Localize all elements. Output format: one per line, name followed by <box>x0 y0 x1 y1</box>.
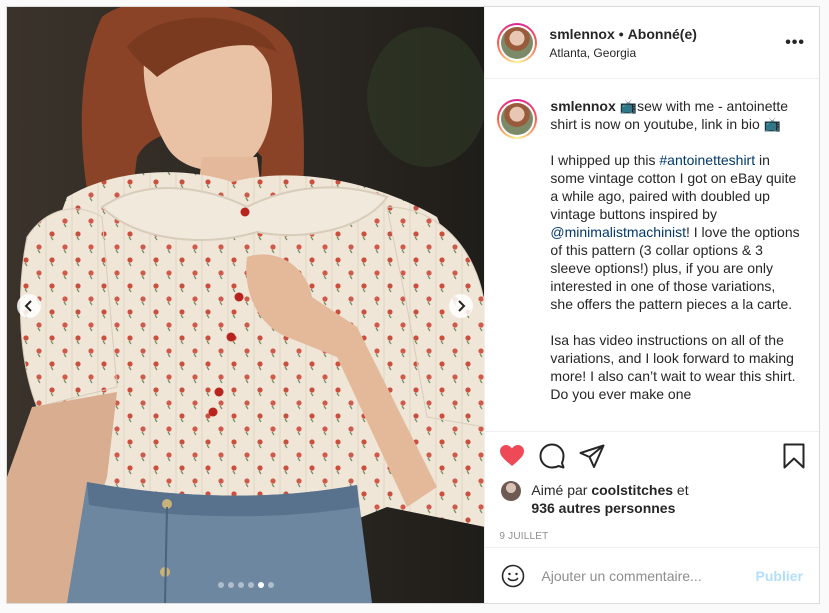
username-link[interactable]: smlennox <box>549 26 614 42</box>
post-photo[interactable] <box>7 7 485 603</box>
post-details: smlennox • Abonné(e) Atlanta, Georgia ••• … <box>484 7 819 603</box>
mention-link[interactable]: @minimalistmachinist <box>550 224 686 240</box>
post-date[interactable]: 9 JUILLET <box>485 517 819 547</box>
location-link[interactable]: Atlanta, Georgia <box>549 45 785 61</box>
carousel-dot <box>257 582 264 588</box>
likes-prefix: Aimé par <box>531 482 592 498</box>
more-options-icon[interactable]: ••• <box>785 34 805 52</box>
carousel-dot <box>247 582 254 588</box>
caption-username[interactable]: smlennox <box>550 98 615 114</box>
carousel-dot <box>227 582 234 588</box>
chevron-right-icon <box>458 300 466 312</box>
add-comment-bar: Publier <box>485 547 819 603</box>
separator: • <box>618 25 624 42</box>
previous-slide-button[interactable] <box>17 294 41 318</box>
avatar[interactable] <box>497 22 538 63</box>
likes-middle: et <box>673 482 689 498</box>
likes-summary: Aimé par coolstitches et 936 autres pers… <box>485 479 819 517</box>
caption-avatar[interactable] <box>497 99 538 139</box>
save-button[interactable] <box>775 436 805 476</box>
avatar-image <box>501 103 534 135</box>
photo-illustration <box>7 7 485 603</box>
avatar-image <box>501 26 534 59</box>
follow-status[interactable]: Abonné(e) <box>628 26 697 42</box>
comment-bubble-icon <box>539 443 565 468</box>
like-button[interactable] <box>499 436 539 476</box>
emoji-icon[interactable] <box>501 564 525 588</box>
caption-text: Isa has video instructions on all of the… <box>550 332 796 402</box>
bookmark-icon <box>783 443 805 468</box>
liker-username[interactable]: coolstitches <box>591 482 673 498</box>
carousel-dot <box>267 582 274 588</box>
liker-avatar[interactable] <box>501 481 522 501</box>
header-text: smlennox • Abonné(e) Atlanta, Georgia <box>549 25 785 61</box>
share-button[interactable] <box>579 436 619 476</box>
comment-input[interactable] <box>541 567 756 584</box>
caption: smlennox 📺sew with me - antoinette shirt… <box>550 97 800 431</box>
hashtag-link[interactable]: #antoinetteshirt <box>659 152 755 168</box>
paper-plane-icon <box>579 444 605 468</box>
next-slide-button[interactable] <box>449 294 473 318</box>
chevron-left-icon <box>24 300 32 312</box>
likes-count-link[interactable]: 936 autres personnes <box>531 500 675 516</box>
carousel-dot <box>237 582 244 588</box>
publish-button[interactable]: Publier <box>756 568 803 584</box>
post-dialog: smlennox • Abonné(e) Atlanta, Georgia ••• … <box>6 6 820 604</box>
carousel-indicator <box>7 582 484 588</box>
comment-button[interactable] <box>539 436 579 476</box>
carousel-dot <box>217 582 224 588</box>
comments-section: smlennox 📺sew with me - antoinette shirt… <box>485 79 819 431</box>
post-header: smlennox • Abonné(e) Atlanta, Georgia ••• <box>485 7 819 79</box>
heart-filled-icon <box>500 444 525 466</box>
caption-text: I whipped up this <box>550 152 660 168</box>
action-bar <box>485 431 819 479</box>
